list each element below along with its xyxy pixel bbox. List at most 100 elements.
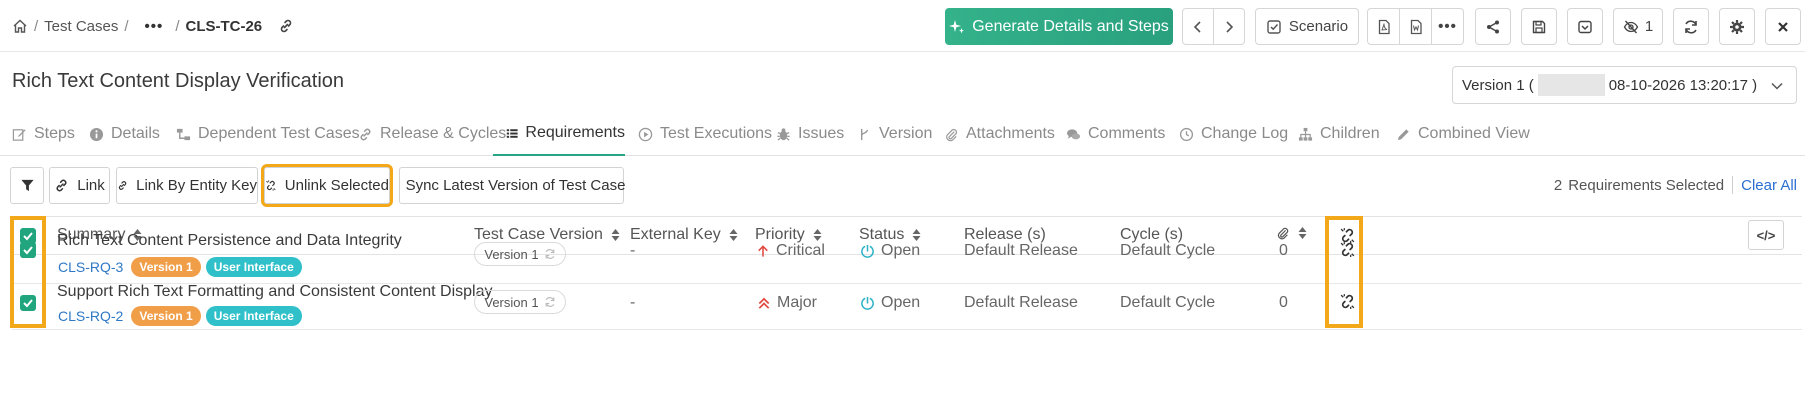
top-bar: / Test Cases / ••• / CLS-TC-26 Generate … — [0, 0, 1805, 52]
selected-count: 2 — [1553, 176, 1563, 194]
arrow-up-icon — [758, 244, 768, 257]
tab-attachments[interactable]: Attachments — [944, 112, 1055, 156]
tc-version-number: 1 — [531, 294, 539, 310]
refresh-button[interactable] — [1673, 8, 1709, 45]
breadcrumb-separator: / — [34, 17, 39, 35]
previous-button[interactable] — [1182, 8, 1214, 45]
tab-change-log[interactable]: Change Log — [1179, 112, 1288, 156]
status-open-icon — [861, 296, 874, 310]
tab-attachments-label: Attachments — [966, 125, 1055, 142]
requirement-summary[interactable]: Rich Text Content Persistence and Data I… — [57, 232, 402, 250]
table-row[interactable]: Support Rich Text Formatting and Consist… — [12, 276, 1802, 330]
requirement-key-link[interactable]: CLS-RQ-2 — [58, 308, 123, 324]
sync-latest-version-button[interactable]: Sync Latest Version of Test Case — [399, 167, 625, 204]
tab-combined-view[interactable]: Combined View — [1396, 112, 1530, 156]
external-key: - — [630, 242, 636, 259]
test-case-version-pill[interactable]: Version 1 — [474, 242, 566, 266]
tab-issues[interactable]: Issues — [776, 112, 844, 156]
share-button[interactable] — [1475, 8, 1511, 45]
checkbox-column-highlight — [10, 216, 46, 328]
requirement-summary[interactable]: Support Rich Text Formatting and Consist… — [57, 283, 492, 301]
watchers-button[interactable]: 1 — [1613, 8, 1663, 45]
checkbox-edit-icon — [1267, 19, 1281, 34]
scenario-button[interactable]: Scenario — [1255, 8, 1359, 45]
requirement-key-line: CLS-RQ-2 Version 1 User Interface — [58, 306, 307, 326]
generate-details-label: Generate Details and Steps — [972, 17, 1169, 35]
tab-comments[interactable]: Comments — [1066, 112, 1165, 156]
tab-details-label: Details — [111, 125, 160, 142]
dependency-icon — [176, 128, 191, 140]
bug-icon — [777, 127, 790, 141]
tab-children[interactable]: Children — [1298, 112, 1380, 156]
breadcrumb-separator: / — [175, 17, 180, 35]
archive-button[interactable] — [1567, 8, 1603, 45]
tc-version-label: Version — [484, 294, 528, 310]
tab-steps[interactable]: Steps — [12, 112, 75, 156]
tab-requirements-label: Requirements — [525, 124, 625, 141]
table-row[interactable]: Rich Text Content Persistence and Data I… — [12, 222, 1802, 284]
clear-all-link[interactable]: Clear All — [1741, 177, 1797, 194]
link-icon — [118, 181, 127, 190]
refresh-icon — [545, 297, 554, 307]
filter-button[interactable] — [10, 167, 44, 204]
export-word-button[interactable] — [1399, 8, 1432, 45]
unlink-selected-button[interactable]: Unlink Selected — [261, 164, 393, 207]
refresh-icon — [545, 249, 554, 259]
release: Default Release — [964, 242, 1078, 259]
version-select[interactable]: Version 1 ( 08-10-2026 13:20:17 ) — [1452, 66, 1797, 104]
sparkle-icon — [949, 19, 965, 33]
test-case-version-pill[interactable]: Version 1 — [474, 290, 566, 314]
tab-details[interactable]: Details — [89, 112, 160, 156]
version-select-prefix: Version 1 ( — [1462, 76, 1534, 94]
pdf-file-icon — [1378, 19, 1390, 34]
tab-test-executions[interactable]: Test Executions — [638, 112, 772, 156]
tab-dependent-test-cases[interactable]: Dependent Test Cases — [176, 112, 360, 156]
tab-version[interactable]: Version — [857, 112, 932, 156]
status: Open — [860, 294, 920, 312]
release: Default Release — [964, 294, 1078, 311]
pencil-icon — [1397, 128, 1409, 140]
tc-version-number: 1 — [531, 246, 539, 262]
home-icon[interactable] — [12, 18, 28, 34]
breadcrumb-test-cases[interactable]: Test Cases — [44, 18, 118, 35]
tab-requirements[interactable]: Requirements — [493, 112, 625, 156]
link-by-entity-key-button[interactable]: Link By Entity Key — [116, 167, 258, 204]
link-icon — [56, 179, 67, 192]
component-tag: User Interface — [205, 257, 302, 277]
more-options-button[interactable]: ••• — [1431, 8, 1464, 45]
ellipsis-icon: ••• — [1438, 18, 1457, 35]
cycle: Default Cycle — [1120, 294, 1216, 311]
save-button[interactable] — [1521, 8, 1557, 45]
next-button[interactable] — [1213, 8, 1245, 45]
tc-version-label: Version — [484, 246, 528, 262]
tab-bar: Steps Details Dependent Test Cases Relea… — [0, 112, 1805, 156]
archive-icon — [1578, 20, 1592, 33]
priority-label: Critical — [776, 242, 825, 259]
export-pdf-button[interactable] — [1367, 8, 1400, 45]
double-chevron-up-icon — [758, 297, 770, 309]
unlink-icon — [266, 180, 276, 191]
tab-steps-label: Steps — [34, 125, 75, 142]
copy-link-icon[interactable] — [278, 18, 294, 34]
link-button[interactable]: Link — [49, 167, 110, 204]
watchers-count: 1 — [1644, 18, 1654, 35]
filter-icon — [20, 179, 34, 192]
tab-children-label: Children — [1320, 125, 1380, 142]
tab-comments-label: Comments — [1088, 125, 1166, 142]
tab-release-cycles[interactable]: Release & Cycles — [358, 112, 506, 156]
edit-icon — [12, 128, 26, 141]
cycle: Default Cycle — [1120, 242, 1216, 259]
status-label: Open — [881, 294, 921, 311]
tab-combined-view-label: Combined View — [1418, 125, 1530, 142]
generate-details-button[interactable]: Generate Details and Steps — [945, 8, 1173, 45]
link-button-label: Link — [77, 177, 105, 194]
status-open-icon — [861, 244, 874, 258]
settings-button[interactable] — [1719, 8, 1755, 45]
close-button[interactable] — [1765, 8, 1801, 45]
priority: Major — [757, 294, 817, 312]
selection-info: 2 Requirements Selected Clear All — [1554, 176, 1797, 194]
breadcrumb-more[interactable]: ••• — [145, 18, 164, 35]
breadcrumb-separator: / — [124, 17, 129, 35]
tab-issues-label: Issues — [798, 125, 845, 142]
requirement-key-link[interactable]: CLS-RQ-3 — [58, 259, 123, 275]
